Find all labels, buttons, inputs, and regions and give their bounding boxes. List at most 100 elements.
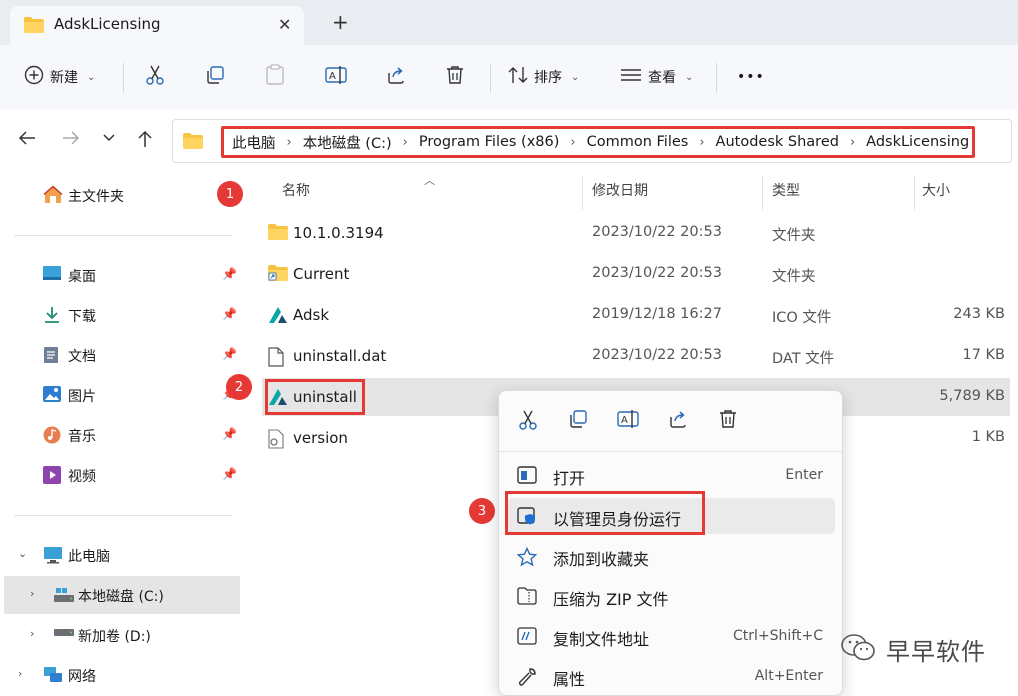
forward-arrow-icon[interactable] — [62, 130, 80, 151]
address-bar[interactable]: 此电脑 › 本地磁盘 (C:) › Program Files (x86) › … — [172, 119, 1012, 163]
sidebar-item-desktop[interactable]: 桌面 📌 — [0, 257, 240, 293]
pin-icon[interactable]: 📌 — [222, 467, 237, 481]
column-header-type[interactable]: 类型 — [772, 180, 800, 210]
star-icon — [516, 546, 538, 571]
divider — [716, 63, 717, 93]
file-name: Adsk — [293, 306, 330, 324]
folder-icon — [183, 133, 203, 153]
breadcrumb-item[interactable]: Autodesk Shared — [716, 134, 839, 150]
rename-button[interactable]: A — [325, 63, 347, 91]
chevron-down-icon: ⌄ — [571, 71, 580, 83]
recent-locations-icon[interactable] — [102, 130, 116, 151]
new-button[interactable]: 新建 ⌄ — [24, 63, 95, 91]
copy-button[interactable] — [205, 63, 225, 91]
copy-icon[interactable] — [568, 409, 588, 433]
file-row-ico[interactable]: Adsk 2019/12/18 16:27 ICO 文件 243 KB — [262, 296, 1010, 334]
sidebar-item-this-pc[interactable]: ⌄ 此电脑 — [0, 537, 240, 573]
folder-icon — [24, 17, 44, 37]
column-header-date[interactable]: 修改日期 — [592, 180, 648, 210]
navigation-bar: 此电脑 › 本地磁盘 (C:) › Program Files (x86) › … — [0, 110, 1018, 172]
step-badge-2: 2 — [226, 374, 252, 400]
breadcrumb-item[interactable]: Program Files (x86) — [419, 134, 560, 150]
file-type: 文件夹 — [772, 269, 816, 285]
sidebar-item-videos[interactable]: 视频 📌 — [0, 457, 240, 493]
sidebar-item-documents[interactable]: 文档 📌 — [0, 337, 240, 373]
sidebar-item-pictures[interactable]: 图片 📌 — [0, 377, 240, 413]
new-label: 新建 — [50, 70, 78, 86]
view-label: 查看 — [648, 70, 676, 86]
share-icon — [386, 65, 406, 89]
chevron-right-icon[interactable]: › — [570, 135, 575, 150]
music-icon — [43, 426, 61, 444]
delete-button[interactable] — [446, 63, 464, 91]
breadcrumb: 此电脑 › 本地磁盘 (C:) › Program Files (x86) › … — [221, 126, 975, 158]
video-icon — [43, 466, 61, 484]
tab-adsklicensing[interactable]: AdskLicensing ✕ — [10, 6, 304, 45]
breadcrumb-item[interactable]: Common Files — [587, 134, 689, 150]
back-arrow-icon[interactable] — [18, 130, 36, 151]
chevron-right-icon[interactable]: › — [30, 627, 34, 640]
file-row-folder[interactable]: 10.1.0.3194 2023/10/22 20:53 文件夹 — [262, 214, 1010, 252]
sidebar-item-network[interactable]: › 网络 — [0, 657, 240, 693]
wrench-icon — [517, 667, 537, 691]
rename-icon[interactable]: A — [617, 409, 639, 433]
scissors-icon — [145, 64, 165, 90]
new-tab-button[interactable]: + — [332, 10, 349, 34]
view-button[interactable]: 查看 ⌄ — [620, 63, 693, 91]
chevron-right-icon[interactable]: › — [30, 587, 34, 600]
sidebar-item-downloads[interactable]: 下载 📌 — [0, 297, 240, 333]
more-options-button[interactable]: ••• — [737, 63, 765, 91]
hard-drive-icon — [53, 626, 74, 644]
chevron-right-icon[interactable]: › — [287, 135, 292, 150]
sidebar-item-drive-c[interactable]: › 本地磁盘 (C:) — [4, 576, 240, 614]
breadcrumb-item[interactable]: AdskLicensing — [866, 134, 969, 150]
pin-icon[interactable]: 📌 — [222, 427, 237, 441]
file-name: 10.1.0.3194 — [293, 224, 384, 242]
folder-icon — [268, 224, 288, 244]
menu-item-open[interactable]: 打开 Enter — [507, 457, 835, 493]
cut-button[interactable] — [145, 63, 165, 91]
sidebar-item-drive-d[interactable]: › 新加卷 (D:) — [0, 617, 240, 653]
file-row-dat[interactable]: uninstall.dat 2023/10/22 20:53 DAT 文件 17… — [262, 337, 1010, 375]
file-row-folder-shortcut[interactable]: Current 2023/10/22 20:53 文件夹 — [262, 255, 1010, 293]
cut-icon[interactable] — [518, 409, 538, 435]
zip-folder-icon — [517, 587, 537, 609]
menu-item-copy-path[interactable]: 复制文件地址 Ctrl+Shift+C — [507, 618, 835, 654]
chevron-down-icon: ⌄ — [685, 71, 694, 83]
pin-icon[interactable]: 📌 — [222, 307, 237, 321]
share-icon[interactable] — [668, 409, 688, 433]
file-date: 2023/10/22 20:53 — [592, 224, 722, 240]
sort-button[interactable]: 排序 ⌄ — [508, 63, 579, 91]
chevron-right-icon[interactable]: › — [850, 135, 855, 150]
sidebar-item-music[interactable]: 音乐 📌 — [0, 417, 240, 453]
up-arrow-icon[interactable] — [137, 130, 153, 153]
menu-item-compress-zip[interactable]: 压缩为 ZIP 文件 — [507, 578, 835, 614]
column-divider[interactable] — [762, 176, 763, 210]
svg-text:A: A — [621, 415, 628, 426]
close-tab-icon[interactable]: ✕ — [278, 15, 291, 34]
chevron-down-icon[interactable]: ⌄ — [18, 547, 27, 560]
breadcrumb-item[interactable]: 此电脑 — [232, 132, 276, 153]
column-header-size[interactable]: 大小 — [922, 180, 950, 210]
trash-icon[interactable] — [719, 409, 737, 433]
breadcrumb-item[interactable]: 本地磁盘 (C:) — [303, 132, 392, 153]
chevron-right-icon[interactable]: › — [699, 135, 704, 150]
rename-icon: A — [325, 65, 347, 89]
column-divider[interactable] — [914, 176, 915, 210]
chevron-right-icon[interactable]: › — [403, 135, 408, 150]
menu-item-add-favorites[interactable]: 添加到收藏夹 — [507, 538, 835, 574]
sort-icon — [508, 66, 528, 88]
menu-item-properties[interactable]: 属性 Alt+Enter — [507, 658, 835, 694]
menu-item-label: 打开 — [553, 469, 586, 488]
pin-icon[interactable]: 📌 — [222, 347, 237, 361]
pin-icon[interactable]: 📌 — [222, 267, 237, 281]
share-button[interactable] — [386, 63, 406, 91]
divider — [14, 235, 232, 236]
column-header-name[interactable]: 名称 — [282, 180, 310, 210]
chevron-right-icon[interactable]: › — [18, 667, 22, 680]
sidebar-item-home[interactable]: 主文件夹 — [0, 177, 240, 213]
sidebar-item-label: 图片 — [68, 389, 96, 405]
sidebar-item-label: 文档 — [68, 349, 96, 365]
column-divider[interactable] — [582, 176, 583, 210]
paste-button[interactable] — [265, 63, 285, 91]
